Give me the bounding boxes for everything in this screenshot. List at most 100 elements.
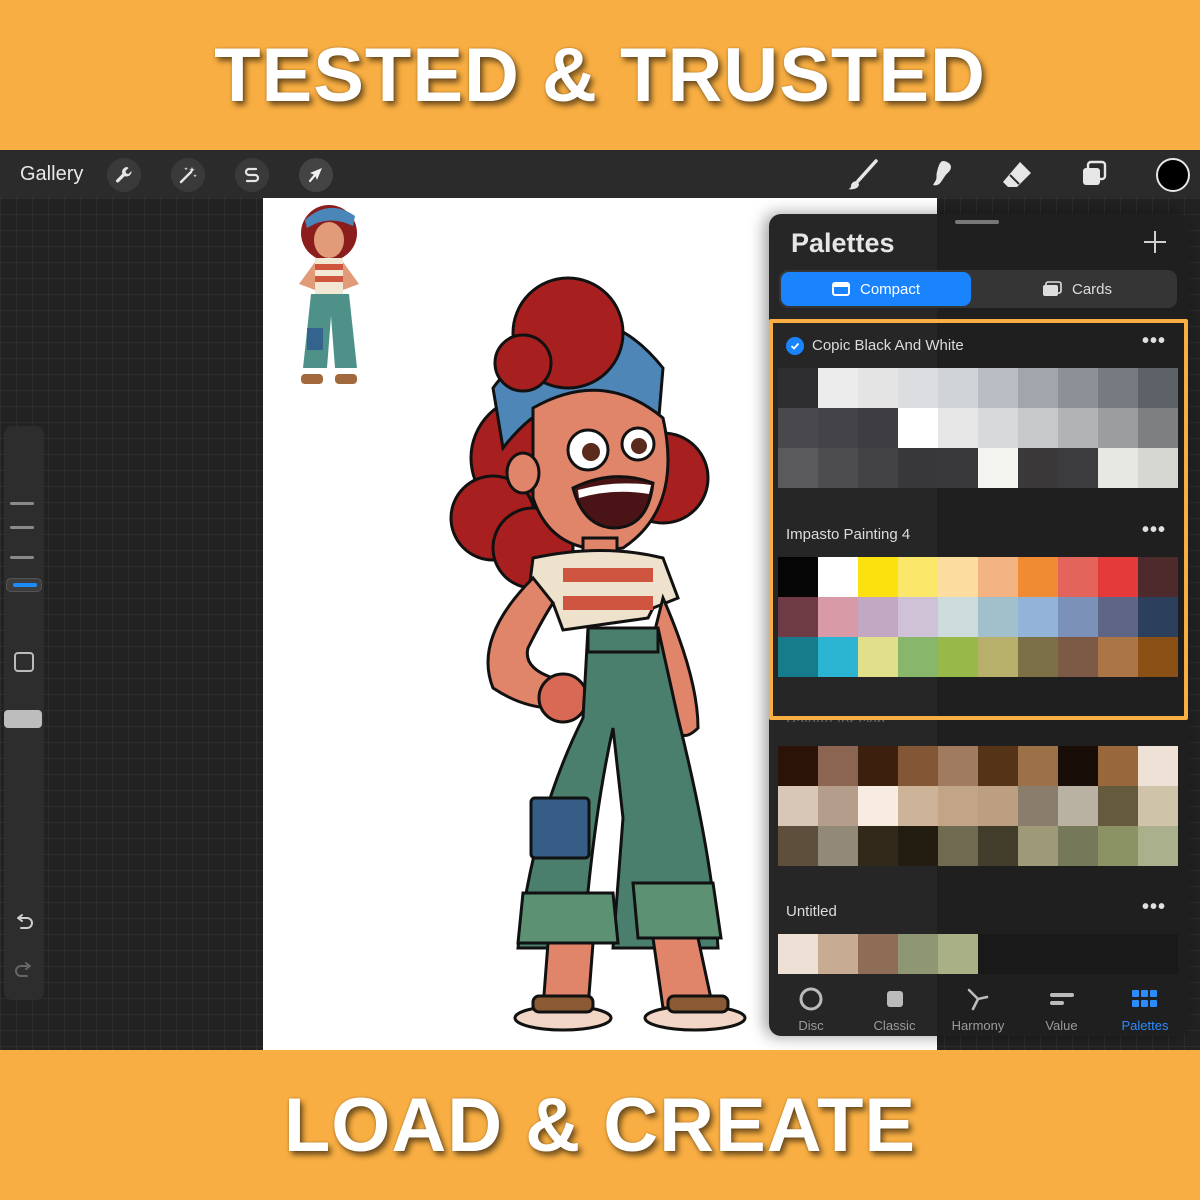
color-swatch[interactable]	[1098, 368, 1138, 408]
color-swatch[interactable]	[898, 934, 938, 974]
color-swatch[interactable]	[818, 786, 858, 826]
palette-name[interactable]: Palette for skin	[786, 714, 885, 722]
color-swatch[interactable]	[1058, 408, 1098, 448]
panel-grabber[interactable]	[955, 220, 999, 224]
tab-compact[interactable]: Compact	[781, 272, 971, 306]
color-swatch[interactable]	[1098, 408, 1138, 448]
color-swatch[interactable]	[978, 786, 1018, 826]
color-swatch[interactable]	[858, 557, 898, 597]
color-swatch[interactable]	[858, 637, 898, 677]
color-swatch[interactable]	[1058, 597, 1098, 637]
palette-name[interactable]: Untitled	[786, 903, 837, 920]
color-swatch[interactable]	[1098, 826, 1138, 866]
color-swatch[interactable]	[978, 557, 1018, 597]
color-swatch[interactable]	[938, 746, 978, 786]
color-swatch[interactable]	[1138, 597, 1178, 637]
color-swatch[interactable]	[1138, 637, 1178, 677]
color-swatch[interactable]	[1138, 368, 1178, 408]
color-swatch[interactable]	[938, 637, 978, 677]
color-swatch[interactable]	[1018, 746, 1058, 786]
color-swatch[interactable]	[898, 746, 938, 786]
color-swatch[interactable]	[1138, 746, 1178, 786]
layers-button[interactable]	[1076, 158, 1112, 192]
add-palette-icon[interactable]	[1141, 228, 1169, 256]
color-swatch[interactable]	[938, 597, 978, 637]
color-swatch[interactable]	[1058, 746, 1098, 786]
color-swatch[interactable]	[938, 934, 978, 974]
color-swatch[interactable]	[1098, 597, 1138, 637]
color-swatch[interactable]	[778, 557, 818, 597]
color-swatch[interactable]	[818, 746, 858, 786]
color-swatch[interactable]	[858, 826, 898, 866]
color-swatch[interactable]	[898, 368, 938, 408]
redo-icon[interactable]	[13, 960, 35, 982]
modify-button[interactable]	[14, 652, 34, 672]
brush-size-tick[interactable]	[10, 526, 34, 529]
color-swatch[interactable]	[978, 368, 1018, 408]
actions-button[interactable]	[107, 158, 141, 192]
color-swatch[interactable]	[938, 786, 978, 826]
color-swatch[interactable]	[1018, 826, 1058, 866]
brush-button[interactable]	[845, 158, 881, 192]
color-swatch[interactable]	[1098, 746, 1138, 786]
color-swatch[interactable]	[898, 408, 938, 448]
color-swatch[interactable]	[898, 637, 938, 677]
brush-size-tick[interactable]	[10, 556, 34, 559]
color-swatch[interactable]	[938, 557, 978, 597]
color-swatch[interactable]	[978, 448, 1018, 488]
color-swatch[interactable]	[1058, 557, 1098, 597]
tab-palettes[interactable]: Palettes	[1103, 976, 1187, 1036]
color-swatch[interactable]	[858, 746, 898, 786]
color-swatch[interactable]	[858, 597, 898, 637]
smudge-button[interactable]	[922, 158, 958, 192]
color-swatch[interactable]	[778, 826, 818, 866]
color-swatch[interactable]	[1058, 826, 1098, 866]
color-swatch[interactable]	[818, 826, 858, 866]
current-color-button[interactable]	[1156, 158, 1190, 192]
color-swatch[interactable]	[818, 934, 858, 974]
palette-name[interactable]: Copic Black And White	[812, 337, 964, 354]
color-swatch[interactable]	[938, 448, 978, 488]
color-swatch[interactable]	[778, 448, 818, 488]
color-swatch[interactable]	[858, 448, 898, 488]
color-swatch[interactable]	[938, 368, 978, 408]
color-swatch[interactable]	[858, 368, 898, 408]
color-swatch[interactable]	[978, 637, 1018, 677]
color-swatch[interactable]	[778, 637, 818, 677]
color-swatch[interactable]	[898, 557, 938, 597]
color-swatch[interactable]	[898, 826, 938, 866]
color-swatch[interactable]	[978, 746, 1018, 786]
tab-value[interactable]: Value	[1020, 976, 1104, 1036]
color-swatch[interactable]	[898, 448, 938, 488]
color-swatch[interactable]	[778, 368, 818, 408]
gallery-button[interactable]: Gallery	[20, 163, 83, 186]
color-swatch[interactable]	[818, 597, 858, 637]
color-swatch[interactable]	[1098, 637, 1138, 677]
color-swatch[interactable]	[1098, 557, 1138, 597]
color-swatch[interactable]	[778, 786, 818, 826]
color-swatch[interactable]	[938, 826, 978, 866]
color-swatch[interactable]	[858, 934, 898, 974]
tab-disc[interactable]: Disc	[769, 976, 853, 1036]
color-swatch[interactable]	[1138, 557, 1178, 597]
color-swatch[interactable]	[1018, 597, 1058, 637]
color-swatch[interactable]	[1138, 786, 1178, 826]
color-swatch[interactable]	[1138, 448, 1178, 488]
color-swatch[interactable]	[778, 934, 818, 974]
brush-size-tick[interactable]	[10, 502, 34, 505]
selection-button[interactable]	[235, 158, 269, 192]
eraser-button[interactable]	[999, 158, 1035, 192]
palette-more-icon[interactable]: •••	[1142, 896, 1166, 919]
color-swatch[interactable]	[1018, 786, 1058, 826]
color-swatch[interactable]	[778, 408, 818, 448]
color-swatch[interactable]	[818, 557, 858, 597]
color-swatch[interactable]	[1018, 557, 1058, 597]
transform-button[interactable]	[299, 158, 333, 192]
color-swatch[interactable]	[818, 368, 858, 408]
color-swatch[interactable]	[1098, 448, 1138, 488]
color-swatch[interactable]	[1058, 368, 1098, 408]
color-swatch[interactable]	[1018, 637, 1058, 677]
tab-cards[interactable]: Cards	[979, 272, 1175, 306]
color-swatch[interactable]	[938, 408, 978, 448]
brush-size-slider-handle[interactable]	[6, 578, 42, 592]
